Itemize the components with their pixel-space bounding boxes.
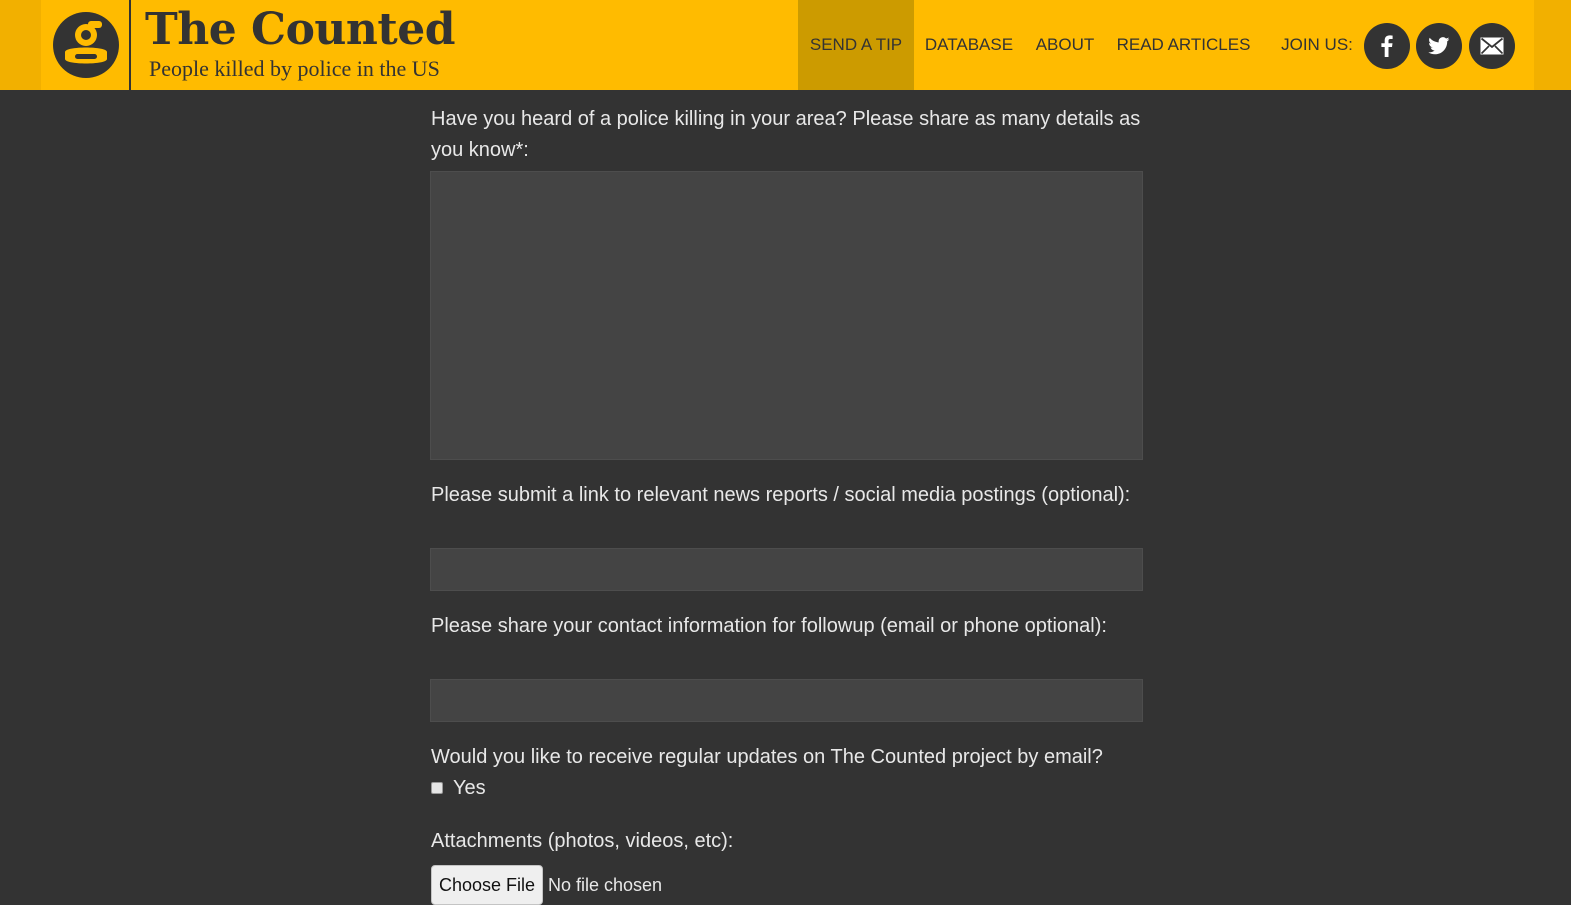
link-label: Please submit a link to relevant news re… bbox=[431, 484, 1131, 506]
nav-database-label: DATABASE bbox=[924, 35, 1014, 54]
nav-about[interactable]: ABOUT bbox=[1024, 0, 1106, 90]
updates-option-label[interactable]: Yes bbox=[453, 773, 553, 804]
join-us-label: JOIN US: bbox=[1281, 35, 1353, 54]
nav-database[interactable]: DATABASE bbox=[914, 0, 1024, 90]
attachments-label: Attachments (photos, videos, etc): bbox=[431, 830, 734, 852]
choose-file-button[interactable]: Choose File bbox=[431, 865, 543, 905]
contact-label: Please share your contact information fo… bbox=[431, 615, 1107, 637]
twitter-icon bbox=[1428, 37, 1450, 55]
details-textarea[interactable] bbox=[430, 171, 1143, 460]
nav-send-a-tip[interactable]: SEND A TIP bbox=[798, 0, 914, 90]
nav-read-articles-label: READ ARTICLES bbox=[1116, 35, 1251, 54]
link-input[interactable] bbox=[430, 548, 1143, 591]
site-header: The Counted People killed by police in t… bbox=[0, 0, 1571, 90]
guardian-logo[interactable] bbox=[41, 0, 131, 90]
updates-checkbox[interactable] bbox=[431, 782, 443, 794]
nav-about-label: ABOUT bbox=[1035, 35, 1095, 54]
twitter-button[interactable] bbox=[1416, 23, 1462, 69]
nav-read-articles[interactable]: READ ARTICLES bbox=[1106, 0, 1261, 90]
nav-send-a-tip-label: SEND A TIP bbox=[809, 35, 903, 54]
header-edge-left bbox=[0, 0, 41, 90]
updates-label: Would you like to receive regular update… bbox=[431, 746, 1103, 768]
guardian-g-icon bbox=[53, 12, 119, 78]
details-label: Have you heard of a police killing in yo… bbox=[431, 108, 1141, 161]
facebook-icon bbox=[1381, 35, 1393, 57]
contact-input[interactable] bbox=[430, 679, 1143, 722]
facebook-button[interactable] bbox=[1364, 23, 1410, 69]
email-icon bbox=[1480, 37, 1504, 55]
header-edge-right bbox=[1534, 0, 1571, 90]
site-subtitle: People killed by police in the US bbox=[149, 56, 440, 81]
file-status: No file chosen bbox=[548, 875, 663, 895]
site-title[interactable]: The Counted bbox=[145, 4, 455, 55]
email-button[interactable] bbox=[1469, 23, 1515, 69]
